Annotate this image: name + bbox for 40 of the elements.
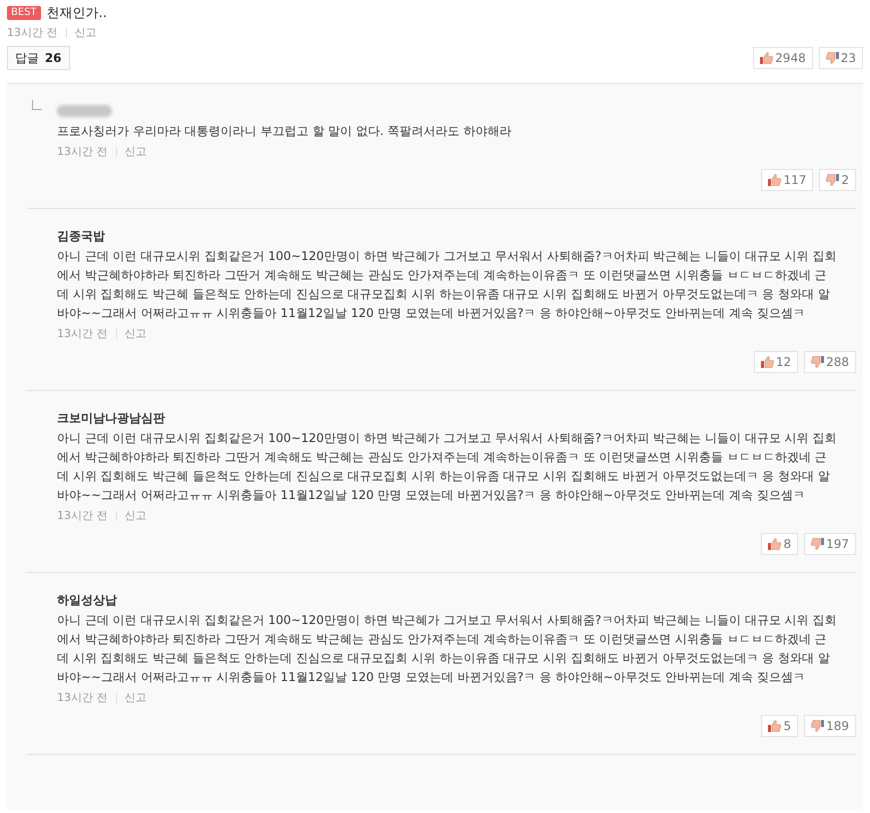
comment-text: 아니 근데 이런 대규모시위 집회같은거 100~120만명이 하면 박근혜가 그거보고 무서워서 사퇴해줌?ㅋ어차피 박근혜는 니들이 대규모 시위 집회에서 박근혜하야하라 퇴진하라 그딴거 계속해도 박근혜는 관심도 안가져주는데 계속하는이유좀ㅋ 또 이런댓글쓰면 시위충들 ㅂㄷㅂㄷ하겠네 근데 시위 집회해도 박근혜 들은척도 안하는데 진심으로 대규모집회 시위 하는이유좀 대규모 시위 집회해도 바뀐거 아무것도없는데ㅋ 응 청와대 알바야~~그래서 어쩌라고ㅠㅠ 시위충들아 11월12일날 120 만명 모였는데 바뀐거있음?ㅋ 응 하야안해~아무것도 안바뀌는데 계속 짖으셈ㅋ [57, 612, 837, 686]
report-link[interactable]: 신고 [124, 326, 146, 341]
thumbs-down-icon [811, 356, 824, 368]
comment-text: 천재인가.. [46, 5, 107, 22]
comment-text: 아니 근데 이런 대규모시위 집회같은거 100~120만명이 하면 박근혜가 그거보고 무서워서 사퇴해줌?ㅋ어차피 박근혜는 니들이 대규모 시위 집회에서 박근혜하야하라 퇴진하라 그딴거 계속해도 박근혜는 관심도 안가져주는데 계속하는이유좀ㅋ 또 이런댓글쓰면 시위충들 ㅂㄷㅂㄷ하겠네 근데 시위 집회해도 박근혜 들은척도 안하는데 진심으로 대규모집회 시위 하는이유좀 대규모 시위 집회해도 바뀐거 아무것도없는데ㅋ 응 청와대 알바야~~그래서 어쩌라고ㅠㅠ 시위충들아 11월12일날 120 만명 모였는데 바뀐거있음?ㅋ 응 하야안해~아무것도 안바뀌는데 계속 짖으셈ㅋ [57, 248, 837, 322]
best-badge: BEST [7, 6, 41, 20]
like-button[interactable]: 117 [761, 169, 814, 191]
like-button[interactable]: 2948 [753, 47, 813, 69]
report-link[interactable]: 신고 [124, 144, 146, 159]
dislike-button[interactable]: 189 [804, 715, 856, 737]
comment-text: 프로사칭러가 우리마라 대통령이라니 부끄럽고 할 말이 없다. 쪽팔려서라도 하야해라 [57, 123, 512, 140]
report-link[interactable]: 신고 [124, 690, 146, 705]
report-link[interactable]: 신고 [124, 508, 146, 523]
reply-count-button[interactable]: 답글 26 [7, 46, 70, 70]
like-button[interactable]: 8 [761, 533, 798, 555]
author-name: 김종국밥 [57, 228, 105, 244]
timestamp: 13시간 전 [57, 144, 108, 159]
author-name: 하일성상납 [57, 592, 117, 608]
like-button[interactable]: 12 [754, 351, 798, 373]
dislike-button[interactable]: 197 [804, 533, 856, 555]
dislike-button[interactable]: 2 [819, 169, 856, 191]
dislike-button[interactable]: 23 [818, 47, 863, 69]
timestamp: 13시간 전 [57, 508, 108, 523]
author-name: 크보미남나광남심판 [57, 410, 165, 426]
like-button[interactable]: 5 [761, 715, 798, 737]
dislike-button[interactable]: 288 [804, 351, 856, 373]
thumbs-up-icon [768, 538, 782, 550]
timestamp: 13시간 전 [7, 25, 58, 40]
thumbs-up-icon [760, 356, 774, 368]
thumbs-up-icon [760, 52, 774, 64]
thumbs-down-icon [826, 174, 840, 186]
comment-text: 아니 근데 이런 대규모시위 집회같은거 100~120만명이 하면 박근혜가 그거보고 무서워서 사퇴해줌?ㅋ어차피 박근혜는 니들이 대규모 시위 집회에서 박근혜하야하라 퇴진하라 그딴거 계속해도 박근혜는 관심도 안가져주는데 계속하는이유좀ㅋ 또 이런댓글쓰면 시위충들 ㅂㄷㅂㄷ하겠네 근데 시위 집회해도 박근혜 들은척도 안하는데 진심으로 대규모집회 시위 하는이유좀 대규모 시위 집회해도 바뀐거 아무것도없는데ㅋ 응 청와대 알바야~~그래서 어쩌라고ㅠㅠ 시위충들아 11월12일날 120 만명 모였는데 바뀐거있음?ㅋ 응 하야안해~아무것도 안바뀌는데 계속 짖으셈ㅋ [57, 430, 837, 504]
thumbs-down-icon [826, 52, 839, 64]
thumbs-down-icon [811, 538, 824, 550]
report-link[interactable]: 신고 [74, 25, 96, 40]
thumbs-up-icon [768, 174, 782, 186]
thumbs-up-icon [768, 720, 782, 732]
timestamp: 13시간 전 [57, 690, 108, 705]
timestamp: 13시간 전 [57, 326, 108, 341]
thumbs-down-icon [811, 720, 824, 732]
